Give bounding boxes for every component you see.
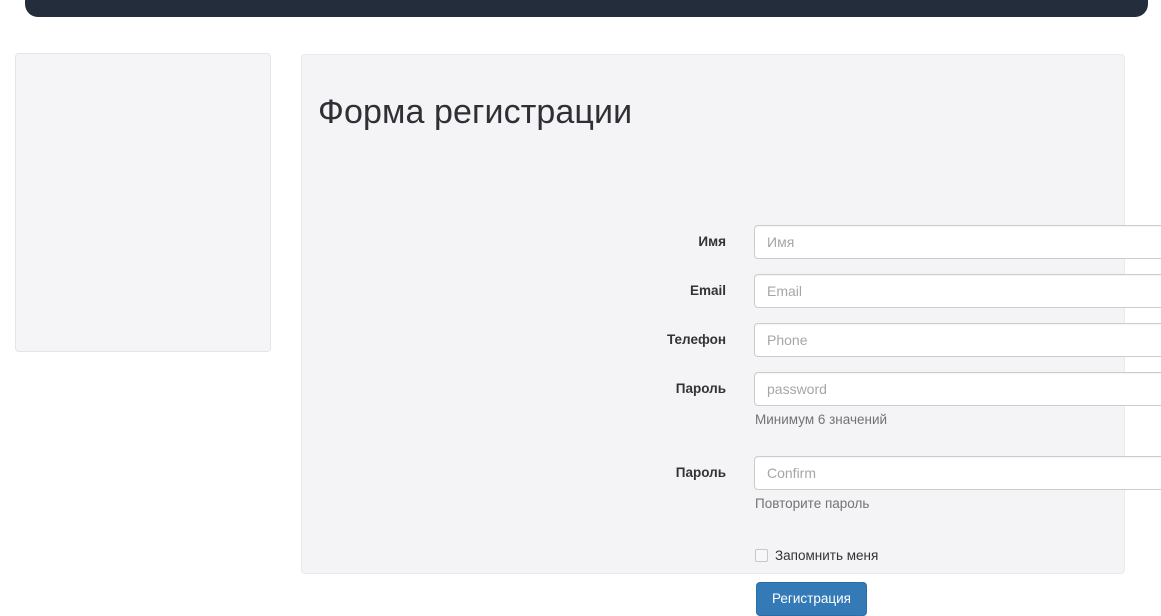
page-title: Форма регистрации	[318, 93, 633, 131]
help-text-password: Минимум 6 значений	[755, 412, 888, 427]
form-row-email: Email	[302, 274, 1161, 308]
form-row-phone: Телефон	[302, 323, 1161, 357]
input-email[interactable]	[754, 274, 1161, 308]
input-phone[interactable]	[754, 323, 1161, 357]
remember-me-row[interactable]: Запомнить меня	[755, 548, 878, 563]
label-name: Имя	[698, 234, 726, 249]
label-phone: Телефон	[666, 332, 726, 347]
remember-me-checkbox[interactable]	[755, 549, 768, 562]
help-text-password-confirm: Повторите пароль	[755, 496, 870, 511]
form-row-name: Имя	[302, 225, 1161, 259]
registration-form-panel: Форма регистрации Имя Email Телефон Паро…	[301, 54, 1161, 616]
input-password[interactable]	[754, 372, 1161, 406]
input-name[interactable]	[754, 225, 1161, 259]
top-navbar	[25, 0, 1148, 17]
label-password-confirm: Пароль	[675, 465, 726, 480]
side-panel	[15, 53, 271, 352]
remember-me-label: Запомнить меня	[775, 548, 879, 563]
form-row-password-confirm: Пароль	[302, 456, 1161, 490]
form-row-password: Пароль	[302, 372, 1161, 406]
label-email: Email	[689, 283, 726, 298]
register-submit-button[interactable]: Регистрация	[756, 582, 867, 616]
input-password-confirm[interactable]	[754, 456, 1161, 490]
label-password: Пароль	[675, 381, 726, 396]
